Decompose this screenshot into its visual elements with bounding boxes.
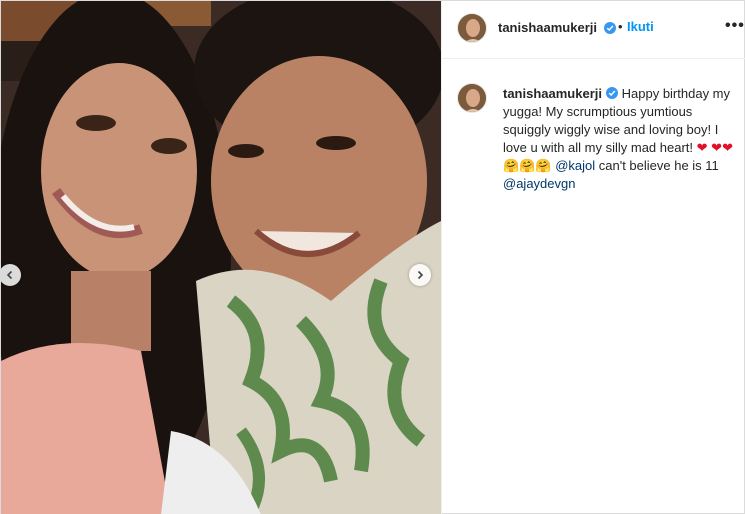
avatar-image <box>458 14 486 42</box>
post-dialog: tanishaamukerji • Ikuti ••• tanishaamuke… <box>0 0 745 514</box>
heart-emoji: ❤ <box>722 140 733 155</box>
header-username[interactable]: tanishaamukerji <box>498 20 597 35</box>
caption-username[interactable]: tanishaamukerji <box>503 86 602 101</box>
mention-link[interactable]: @kajol <box>555 158 595 173</box>
carousel-next-button[interactable] <box>409 264 431 286</box>
post-photo[interactable] <box>1 1 441 514</box>
verified-badge-icon <box>604 22 616 34</box>
hug-emoji: 🤗 <box>535 158 552 173</box>
verified-badge-icon <box>606 87 618 99</box>
separator-dot: • <box>618 19 623 34</box>
caption-text: tanishaamukerji Happy birthday my yugga!… <box>503 85 743 193</box>
chevron-left-icon <box>6 270 13 280</box>
avatar[interactable] <box>457 13 487 43</box>
photo-illustration <box>1 1 441 514</box>
heart-emoji: ❤ <box>711 140 723 155</box>
post-header: tanishaamukerji • Ikuti ••• <box>442 1 745 59</box>
follow-button[interactable]: Ikuti <box>627 19 654 34</box>
verified-badge <box>600 20 616 38</box>
chevron-right-icon <box>417 270 424 280</box>
hug-emoji: 🤗 <box>503 158 520 173</box>
more-options-button[interactable]: ••• <box>725 17 745 35</box>
post-side-panel: tanishaamukerji • Ikuti ••• tanishaamuke… <box>441 1 745 514</box>
caption-avatar[interactable] <box>457 83 487 113</box>
mention-link[interactable]: @ajaydevgn <box>503 176 575 191</box>
caption-body-continued: can't believe he is 11 <box>598 158 719 173</box>
hug-emoji: 🤗 <box>519 158 536 173</box>
heart-emoji: ❤ <box>696 140 708 155</box>
avatar-image <box>458 84 486 112</box>
